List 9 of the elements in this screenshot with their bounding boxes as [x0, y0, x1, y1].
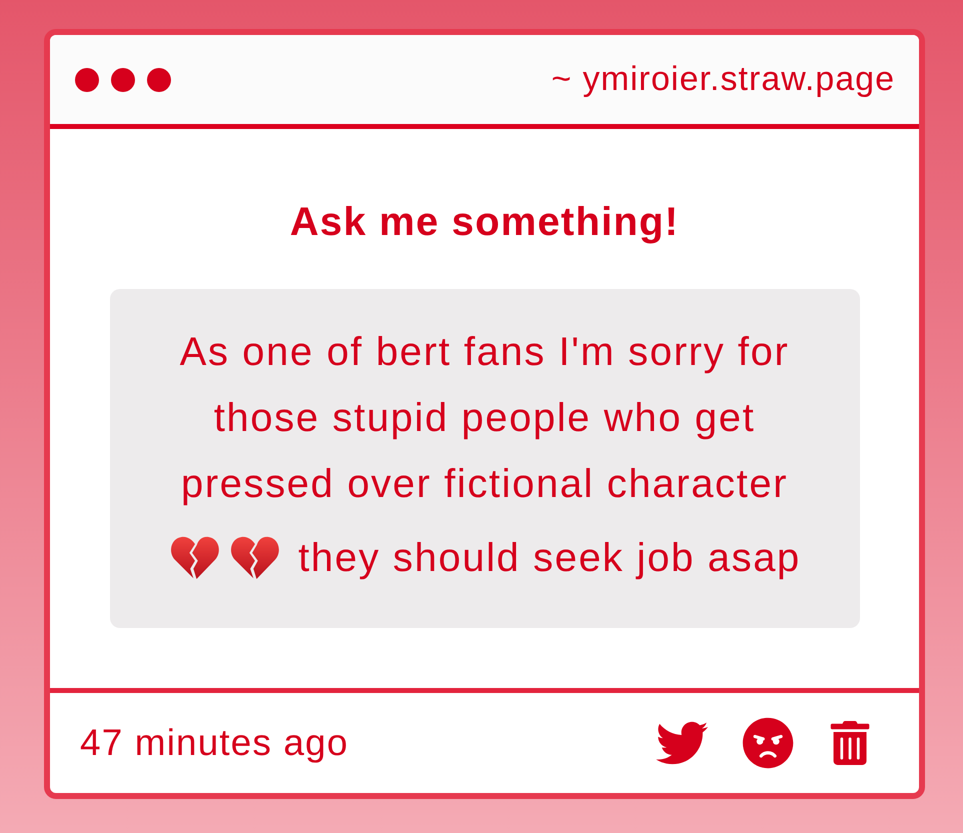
- page-url: ~ ymiroier.straw.page: [551, 60, 895, 99]
- angry-face-icon[interactable]: [742, 717, 794, 769]
- trash-icon[interactable]: [828, 721, 872, 765]
- dot-icon: [147, 68, 171, 92]
- message-text: they should seek job asap: [298, 535, 801, 582]
- page-heading: Ask me something!: [290, 199, 680, 245]
- timestamp: 47 minutes ago: [80, 722, 349, 764]
- dot-icon: [111, 68, 135, 92]
- dot-icon: [75, 68, 99, 92]
